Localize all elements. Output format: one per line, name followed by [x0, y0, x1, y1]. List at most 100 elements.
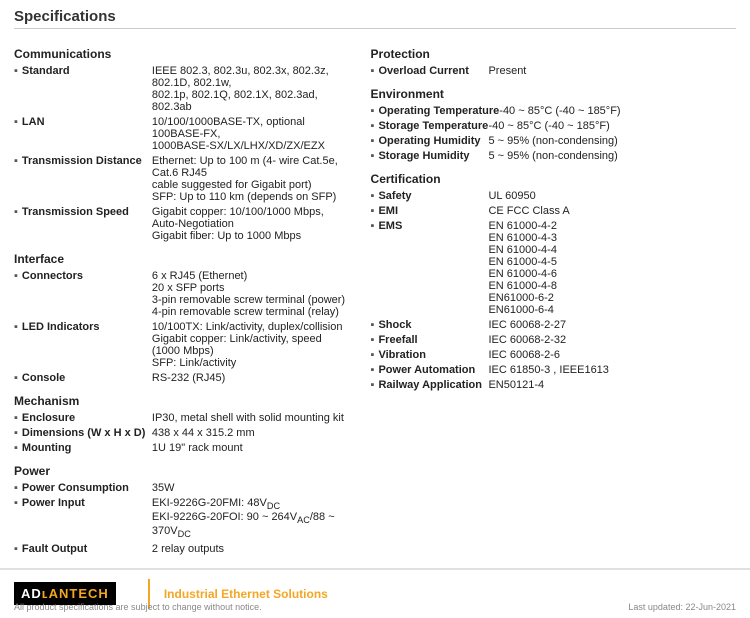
- value-emi: CE FCC Class A: [488, 205, 736, 217]
- value-power-automation: IEC 61850-3 , IEEE1613: [488, 364, 736, 376]
- label-console: Console: [22, 372, 152, 384]
- label-connectors: Connectors: [22, 270, 152, 282]
- label-dimensions: Dimensions (W x H x D): [22, 427, 152, 439]
- bullet: ▪: [371, 319, 375, 331]
- label-safety: Safety: [378, 190, 488, 202]
- label-lan: LAN: [22, 116, 152, 128]
- bullet: ▪: [14, 497, 18, 509]
- label-railway-application: Railway Application: [378, 379, 488, 391]
- label-overload-current: Overload Current: [378, 65, 488, 77]
- bullet: ▪: [371, 205, 375, 217]
- bullet: ▪: [14, 442, 18, 454]
- spec-connectors: ▪ Connectors 6 x RJ45 (Ethernet)20 x SFP…: [14, 270, 351, 318]
- label-ems: EMS: [378, 220, 488, 232]
- value-connectors: 6 x RJ45 (Ethernet)20 x SFP ports3-pin r…: [152, 270, 351, 318]
- bullet: ▪: [14, 206, 18, 218]
- spec-power-automation: ▪ Power Automation IEC 61850-3 , IEEE161…: [371, 364, 736, 376]
- footer: ADʟANTECH Industrial Ethernet Solutions …: [0, 568, 750, 618]
- right-column: Protection ▪ Overload Current Present En…: [361, 37, 736, 558]
- spec-fault-output: ▪ Fault Output 2 relay outputs: [14, 543, 351, 555]
- spec-enclosure: ▪ Enclosure IP30, metal shell with solid…: [14, 412, 351, 424]
- bullet: ▪: [14, 543, 18, 555]
- spec-freefall: ▪ Freefall IEC 60068-2-32: [371, 334, 736, 346]
- label-transmission-speed: Transmission Speed: [22, 206, 152, 218]
- section-power-title: Power: [14, 464, 351, 478]
- logo-vantech: ʟANTECH: [42, 586, 109, 601]
- value-ems: EN 61000-4-2EN 61000-4-3EN 61000-4-4EN 6…: [488, 220, 736, 316]
- spec-power-consumption: ▪ Power Consumption 35W: [14, 482, 351, 494]
- value-lan: 10/100/1000BASE-TX, optional 100BASE-FX,…: [152, 116, 351, 152]
- label-operating-temperature: Operating Temperature: [378, 105, 499, 117]
- bullet: ▪: [14, 155, 18, 167]
- label-vibration: Vibration: [378, 349, 488, 361]
- value-transmission-speed: Gigabit copper: 10/100/1000 Mbps, Auto-N…: [152, 206, 351, 242]
- label-storage-humidity: Storage Humidity: [378, 150, 488, 162]
- spec-shock: ▪ Shock IEC 60068-2-27: [371, 319, 736, 331]
- section-mechanism-title: Mechanism: [14, 394, 351, 408]
- footer-note: All product specifications are subject t…: [14, 602, 262, 612]
- spec-dimensions: ▪ Dimensions (W x H x D) 438 x 44 x 315.…: [14, 427, 351, 439]
- bullet: ▪: [14, 427, 18, 439]
- label-operating-humidity: Operating Humidity: [378, 135, 488, 147]
- section-certification-title: Certification: [371, 172, 736, 186]
- spec-overload-current: ▪ Overload Current Present: [371, 65, 736, 77]
- bullet: ▪: [371, 349, 375, 361]
- value-shock: IEC 60068-2-27: [488, 319, 736, 331]
- label-emi: EMI: [378, 205, 488, 217]
- label-fault-output: Fault Output: [22, 543, 152, 555]
- spec-console: ▪ Console RS-232 (RJ45): [14, 372, 351, 384]
- footer-date: Last updated: 22-Jun-2021: [628, 602, 736, 612]
- spec-lan: ▪ LAN 10/100/1000BASE-TX, optional 100BA…: [14, 116, 351, 152]
- label-storage-temperature: Storage Temperature: [378, 120, 488, 132]
- bullet: ▪: [14, 412, 18, 424]
- label-led-indicators: LED Indicators: [22, 321, 152, 333]
- value-freefall: IEC 60068-2-32: [488, 334, 736, 346]
- bullet: ▪: [371, 190, 375, 202]
- spec-vibration: ▪ Vibration IEC 60068-2-6: [371, 349, 736, 361]
- section-protection-title: Protection: [371, 47, 736, 61]
- bullet: ▪: [14, 116, 18, 128]
- value-railway-application: EN50121-4: [488, 379, 736, 391]
- spec-standard: ▪ Standard IEEE 802.3, 802.3u, 802.3x, 8…: [14, 65, 351, 113]
- spec-power-input: ▪ Power Input EKI-9226G-20FMI: 48VDCEKI-…: [14, 497, 351, 540]
- bullet: ▪: [371, 220, 375, 232]
- spec-operating-temperature: ▪ Operating Temperature -40 ~ 85°C (-40 …: [371, 105, 736, 117]
- label-power-consumption: Power Consumption: [22, 482, 152, 494]
- spec-transmission-speed: ▪ Transmission Speed Gigabit copper: 10/…: [14, 206, 351, 242]
- bullet: ▪: [371, 65, 375, 77]
- value-console: RS-232 (RJ45): [152, 372, 351, 384]
- value-fault-output: 2 relay outputs: [152, 543, 351, 555]
- spec-railway-application: ▪ Railway Application EN50121-4: [371, 379, 736, 391]
- bullet: ▪: [14, 270, 18, 282]
- spec-storage-humidity: ▪ Storage Humidity 5 ~ 95% (non-condensi…: [371, 150, 736, 162]
- value-overload-current: Present: [488, 65, 736, 77]
- value-enclosure: IP30, metal shell with solid mounting ki…: [152, 412, 351, 424]
- bullet: ▪: [14, 482, 18, 494]
- label-standard: Standard: [22, 65, 152, 77]
- value-led-indicators: 10/100TX: Link/activity, duplex/collisio…: [152, 321, 351, 369]
- bullet: ▪: [14, 372, 18, 384]
- value-power-input: EKI-9226G-20FMI: 48VDCEKI-9226G-20FOI: 9…: [152, 497, 351, 540]
- value-transmission-distance: Ethernet: Up to 100 m (4- wire Cat.5e, C…: [152, 155, 351, 203]
- spec-led-indicators: ▪ LED Indicators 10/100TX: Link/activity…: [14, 321, 351, 369]
- value-standard: IEEE 802.3, 802.3u, 802.3x, 802.3z, 802.…: [152, 65, 351, 113]
- section-environment-title: Environment: [371, 87, 736, 101]
- bullet: ▪: [371, 135, 375, 147]
- spec-storage-temperature: ▪ Storage Temperature -40 ~ 85°C (-40 ~ …: [371, 120, 736, 132]
- value-operating-temperature: -40 ~ 85°C (-40 ~ 185°F): [499, 105, 736, 117]
- footer-tagline: Industrial Ethernet Solutions: [164, 587, 328, 601]
- spec-transmission-distance: ▪ Transmission Distance Ethernet: Up to …: [14, 155, 351, 203]
- two-col-layout: Communications ▪ Standard IEEE 802.3, 80…: [14, 37, 736, 558]
- section-interface-title: Interface: [14, 252, 351, 266]
- value-storage-humidity: 5 ~ 95% (non-condensing): [488, 150, 736, 162]
- section-communications-title: Communications: [14, 47, 351, 61]
- bullet: ▪: [371, 364, 375, 376]
- logo-ad: AD: [21, 586, 42, 601]
- value-mounting: 1U 19" rack mount: [152, 442, 351, 454]
- bullet: ▪: [14, 321, 18, 333]
- left-column: Communications ▪ Standard IEEE 802.3, 80…: [14, 37, 361, 558]
- label-freefall: Freefall: [378, 334, 488, 346]
- label-power-automation: Power Automation: [378, 364, 488, 376]
- bullet: ▪: [371, 105, 375, 117]
- value-storage-temperature: -40 ~ 85°C (-40 ~ 185°F): [488, 120, 736, 132]
